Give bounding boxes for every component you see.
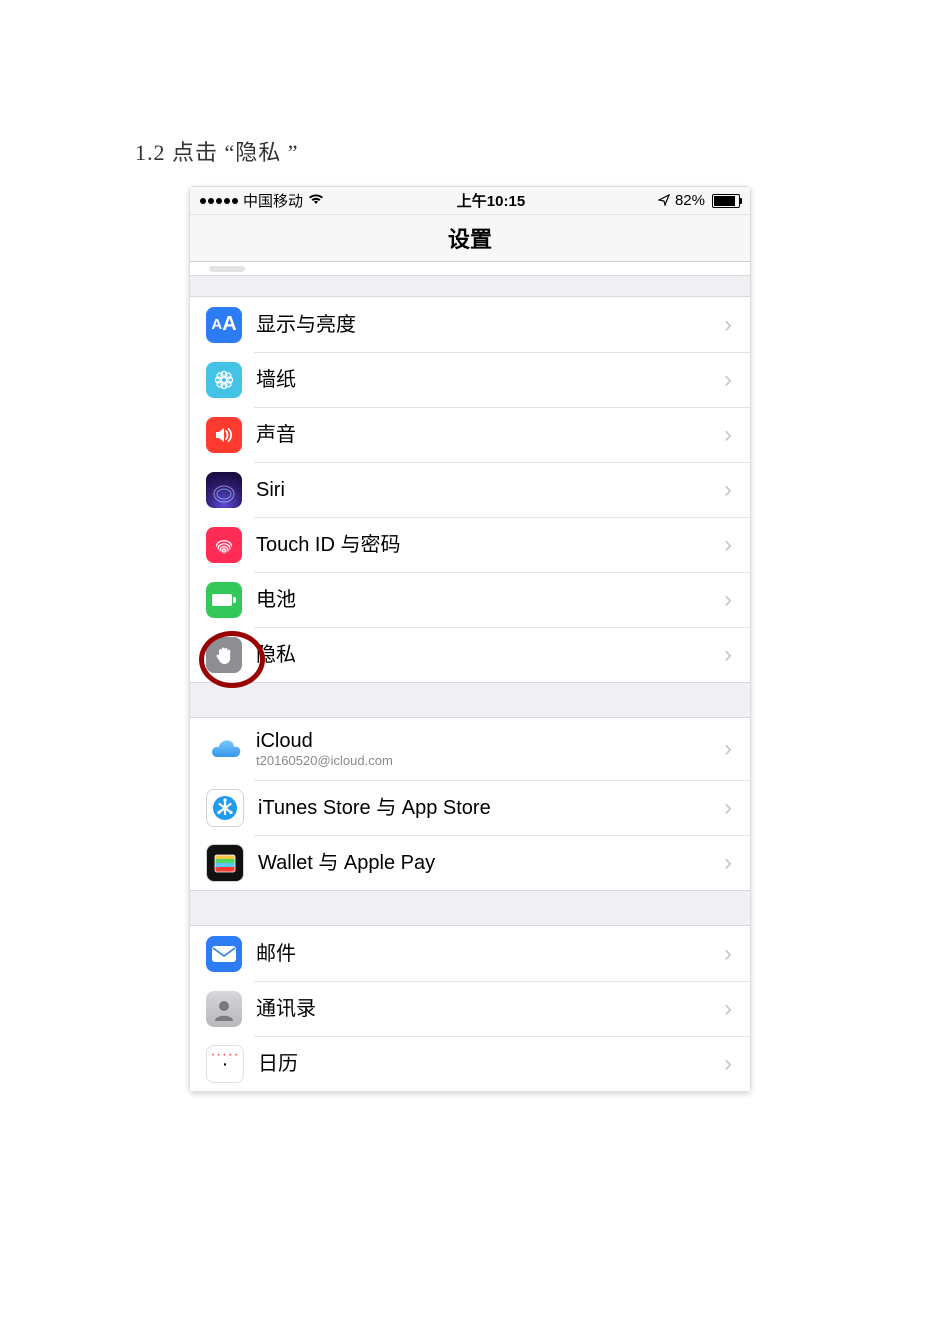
chevron-right-icon: › <box>724 531 732 559</box>
row-sounds[interactable]: 声音 › <box>190 407 750 462</box>
contacts-icon <box>206 991 242 1027</box>
appstore-icon <box>206 789 244 827</box>
mail-icon <box>206 936 242 972</box>
chevron-right-icon: › <box>724 476 732 504</box>
settings-group-2: iCloud t20160520@icloud.com › iTunes Sto… <box>190 717 750 891</box>
row-label: Wallet 与 Apple Pay <box>258 852 716 874</box>
chevron-right-icon: › <box>724 311 732 339</box>
row-wallpaper[interactable]: 墙纸 › <box>190 352 750 407</box>
row-label: 墙纸 <box>256 369 716 391</box>
row-label: Siri <box>256 479 716 501</box>
chevron-right-icon: › <box>724 940 732 968</box>
battery-row-icon <box>206 582 242 618</box>
chevron-right-icon: › <box>724 586 732 614</box>
row-contacts[interactable]: 通讯录 › <box>190 981 750 1036</box>
signal-dots-icon <box>200 198 238 204</box>
chevron-right-icon: › <box>724 794 732 822</box>
location-icon <box>658 193 670 209</box>
wallet-icon <box>206 844 244 882</box>
display-icon: AA <box>206 307 242 343</box>
instruction-caption: 1.2 点击 “隐私 ” <box>135 135 299 167</box>
siri-icon <box>206 472 242 508</box>
chevron-right-icon: › <box>724 995 732 1023</box>
row-label: 声音 <box>256 424 716 446</box>
row-label: 显示与亮度 <box>256 314 716 336</box>
battery-percent: 82% <box>675 192 705 209</box>
row-label: 通讯录 <box>256 998 716 1020</box>
settings-group-1: AA 显示与亮度 › 墙纸 › 声音 › <box>190 296 750 683</box>
chevron-right-icon: › <box>724 366 732 394</box>
row-privacy[interactable]: 隐私 › <box>190 627 750 682</box>
row-label: 日历 <box>258 1053 716 1075</box>
icloud-icon <box>206 731 242 767</box>
row-wallet[interactable]: Wallet 与 Apple Pay › <box>190 835 750 890</box>
chevron-right-icon: › <box>724 641 732 669</box>
row-label: 隐私 <box>256 644 716 666</box>
row-itunes-appstore[interactable]: iTunes Store 与 App Store › <box>190 780 750 835</box>
fingerprint-icon <box>206 527 242 563</box>
row-battery[interactable]: 电池 › <box>190 572 750 627</box>
chevron-right-icon: › <box>724 1050 732 1078</box>
row-subtitle: t20160520@icloud.com <box>256 754 716 768</box>
row-touchid[interactable]: Touch ID 与密码 › <box>190 517 750 572</box>
calendar-icon: • • • • • · <box>206 1045 244 1083</box>
wifi-icon <box>308 192 324 209</box>
row-display-brightness[interactable]: AA 显示与亮度 › <box>190 297 750 352</box>
row-label: Touch ID 与密码 <box>256 534 716 556</box>
row-label: 电池 <box>256 589 716 611</box>
battery-icon <box>710 194 740 208</box>
row-label: 邮件 <box>256 943 716 965</box>
sound-icon <box>206 417 242 453</box>
row-icloud[interactable]: iCloud t20160520@icloud.com › <box>190 718 750 780</box>
carrier-label: 中国移动 <box>243 190 303 211</box>
privacy-hand-icon <box>206 637 242 673</box>
status-bar: 中国移动 上午10:15 82% <box>190 187 750 215</box>
partial-row-top <box>190 262 750 276</box>
row-calendar[interactable]: • • • • • · 日历 › <box>190 1036 750 1091</box>
nav-title: 设置 <box>190 215 750 262</box>
chevron-right-icon: › <box>724 849 732 877</box>
chevron-right-icon: › <box>724 421 732 449</box>
status-time: 上午10:15 <box>457 190 525 211</box>
settings-group-3: 邮件 › 通讯录 › • • • • • · 日历 › <box>190 925 750 1091</box>
row-label: iCloud t20160520@icloud.com <box>256 730 716 768</box>
row-mail[interactable]: 邮件 › <box>190 926 750 981</box>
wallpaper-icon <box>206 362 242 398</box>
row-label: iTunes Store 与 App Store <box>258 797 716 819</box>
chevron-right-icon: › <box>724 735 732 763</box>
row-siri[interactable]: Siri › <box>190 462 750 517</box>
phone-screenshot: 中国移动 上午10:15 82% 设置 AA 显示与亮度 <box>189 186 751 1092</box>
